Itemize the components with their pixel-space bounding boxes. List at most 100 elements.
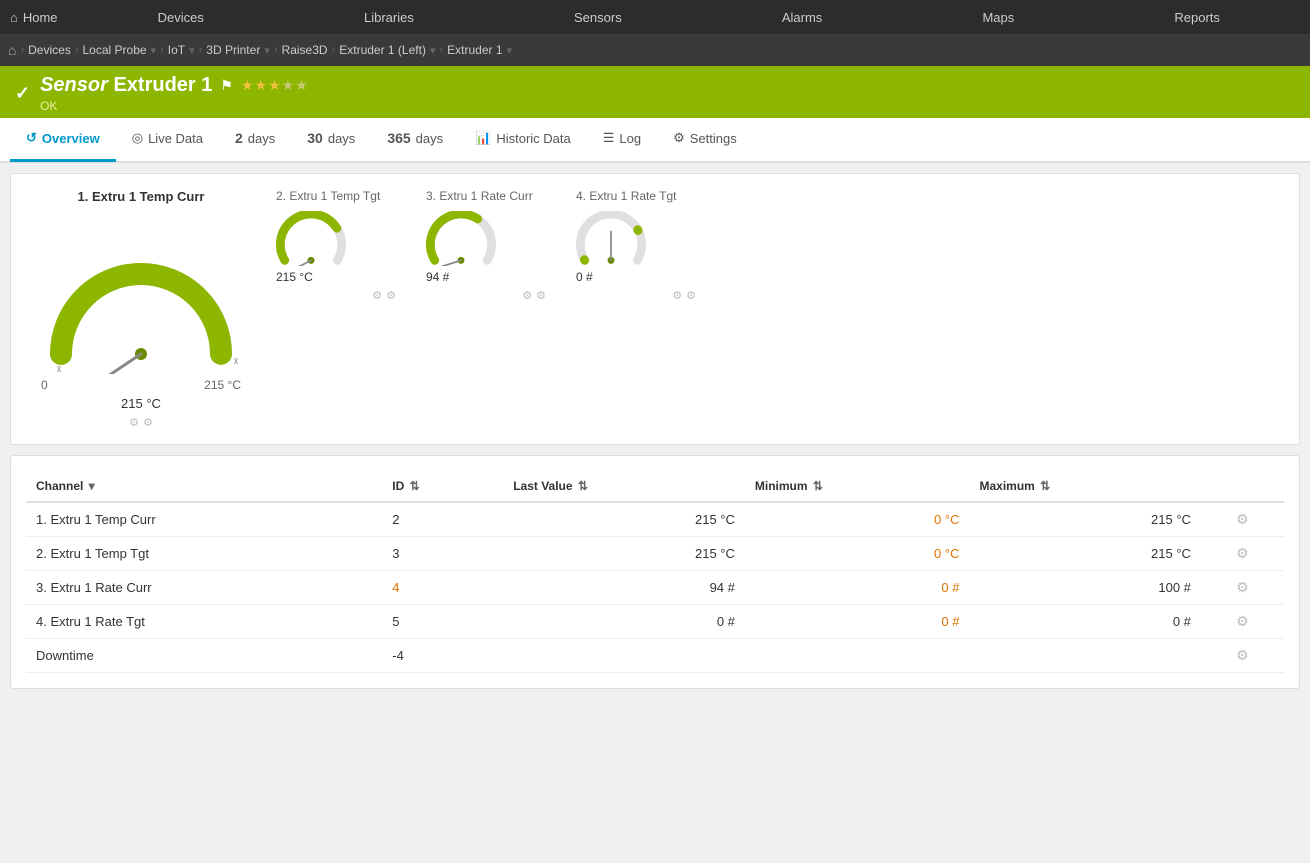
small-gauge-3-settings-icon-2[interactable]: ⚙ bbox=[686, 289, 696, 302]
small-gauge-1-settings-icon-2[interactable]: ⚙ bbox=[386, 289, 396, 302]
small-gauge-1-settings: ⚙ ⚙ bbox=[372, 289, 396, 302]
channel-table: Channel ▾ ID ⇅ Last Value ⇅ Minimum ⇅ Ma… bbox=[26, 471, 1284, 673]
col-id: ID ⇅ bbox=[382, 471, 503, 502]
tab-30days-num: 30 bbox=[307, 130, 323, 146]
col-actions bbox=[1201, 471, 1284, 502]
breadcrumb: ⌂ › Devices › Local Probe ▾ › IoT ▾ › 3D… bbox=[0, 34, 1310, 66]
table-row: 1. Extru 1 Temp Curr2215 °C0 °C215 °C⚙ bbox=[26, 502, 1284, 537]
small-gauges-container: 2. Extru 1 Temp Tgt 215 °C ⚙ ⚙ bbox=[276, 189, 1284, 302]
gauges-row: 1. Extru 1 Temp Curr x̄ x̄ 0 215 ° bbox=[26, 189, 1284, 429]
small-gauge-1-svg bbox=[276, 211, 346, 266]
small-gauge-2: 3. Extru 1 Rate Curr 94 # ⚙ ⚙ bbox=[426, 189, 546, 302]
small-gauge-1-settings-icon-1[interactable]: ⚙ bbox=[372, 289, 382, 302]
home-label: Home bbox=[23, 10, 58, 25]
tab-log[interactable]: ☰ Log bbox=[587, 117, 657, 162]
small-gauge-3-svg bbox=[576, 211, 646, 266]
small-gauge-3-settings-icon-1[interactable]: ⚙ bbox=[672, 289, 682, 302]
gauge-settings-icon-1[interactable]: ⚙ bbox=[129, 416, 139, 429]
row-settings-icon-2[interactable]: ⚙ bbox=[1236, 579, 1249, 595]
breadcrumb-raise3d[interactable]: Raise3D bbox=[282, 43, 328, 57]
table-row: 4. Extru 1 Rate Tgt50 #0 #0 #⚙ bbox=[26, 605, 1284, 639]
cell-action-0: ⚙ bbox=[1201, 502, 1284, 537]
data-table-card: Channel ▾ ID ⇅ Last Value ⇅ Minimum ⇅ Ma… bbox=[10, 455, 1300, 689]
sensor-header-info: Sensor Extruder 1 ⚑ ★ ★ ★ ★ ★ OK bbox=[40, 74, 308, 113]
channel-sort-icon[interactable]: ▾ bbox=[89, 479, 95, 493]
row-settings-icon-4[interactable]: ⚙ bbox=[1236, 647, 1249, 663]
cell-action-1: ⚙ bbox=[1201, 537, 1284, 571]
nav-sensors[interactable]: Sensors bbox=[559, 0, 637, 34]
breadcrumb-iot[interactable]: IoT bbox=[168, 43, 185, 57]
nav-devices[interactable]: Devices bbox=[143, 0, 219, 34]
col-channel: Channel ▾ bbox=[26, 471, 382, 502]
table-row: 3. Extru 1 Rate Curr494 #0 #100 #⚙ bbox=[26, 571, 1284, 605]
small-gauge-3-settings: ⚙ ⚙ bbox=[672, 289, 696, 302]
breadcrumb-extruder1[interactable]: Extruder 1 bbox=[447, 43, 502, 57]
row-settings-icon-0[interactable]: ⚙ bbox=[1236, 511, 1249, 527]
small-gauge-2-svg bbox=[426, 211, 496, 266]
minimum-sort-icon[interactable]: ⇅ bbox=[813, 479, 823, 493]
gauge-max-label: 215 °C bbox=[204, 378, 241, 392]
breadcrumb-home-icon[interactable]: ⌂ bbox=[8, 42, 16, 58]
cell-last-value-4 bbox=[503, 639, 745, 673]
tab-365days[interactable]: 365 days bbox=[371, 117, 459, 162]
breadcrumb-extruder-left[interactable]: Extruder 1 (Left) bbox=[339, 43, 426, 57]
star-rating[interactable]: ★ ★ ★ ★ ★ bbox=[241, 77, 308, 94]
maximum-sort-icon[interactable]: ⇅ bbox=[1040, 479, 1050, 493]
svg-text:x̄: x̄ bbox=[234, 356, 239, 366]
last-value-sort-icon[interactable]: ⇅ bbox=[578, 479, 588, 493]
cell-channel-0: 1. Extru 1 Temp Curr bbox=[26, 502, 382, 537]
sensor-italic-label: Sensor bbox=[40, 74, 108, 96]
large-gauge-container: 1. Extru 1 Temp Curr x̄ x̄ 0 215 ° bbox=[26, 189, 256, 429]
row-settings-icon-1[interactable]: ⚙ bbox=[1236, 545, 1249, 561]
sensor-name: Extruder 1 bbox=[108, 74, 212, 96]
log-icon: ☰ bbox=[603, 130, 615, 146]
small-gauge-1-row bbox=[276, 211, 346, 266]
tab-2days-label: days bbox=[248, 131, 275, 146]
col-minimum: Minimum ⇅ bbox=[745, 471, 970, 502]
nav-libraries[interactable]: Libraries bbox=[349, 0, 429, 34]
cell-id-4: -4 bbox=[382, 639, 503, 673]
tab-30days-label: days bbox=[328, 131, 355, 146]
tab-historic-data[interactable]: 📊 Historic Data bbox=[459, 117, 587, 162]
home-nav-item[interactable]: ⌂ Home bbox=[10, 10, 58, 25]
tab-historic-data-label: Historic Data bbox=[496, 131, 570, 146]
nav-maps[interactable]: Maps bbox=[967, 0, 1029, 34]
gauge-settings-icon-2[interactable]: ⚙ bbox=[143, 416, 153, 429]
nav-reports[interactable]: Reports bbox=[1159, 0, 1235, 34]
cell-maximum-4 bbox=[969, 639, 1200, 673]
gauge-card: 1. Extru 1 Temp Curr x̄ x̄ 0 215 ° bbox=[10, 173, 1300, 445]
small-gauge-1-title: 2. Extru 1 Temp Tgt bbox=[276, 189, 380, 203]
tabs-bar: ↺ Overview ◎ Live Data 2 days 30 days 36… bbox=[0, 118, 1310, 163]
cell-action-4: ⚙ bbox=[1201, 639, 1284, 673]
small-gauge-2-settings-icon-1[interactable]: ⚙ bbox=[522, 289, 532, 302]
small-gauge-1-value: 215 °C bbox=[276, 270, 313, 284]
tab-2days[interactable]: 2 days bbox=[219, 117, 291, 162]
breadcrumb-3d-printer[interactable]: 3D Printer bbox=[206, 43, 260, 57]
cell-id-1: 3 bbox=[382, 537, 503, 571]
tab-live-data[interactable]: ◎ Live Data bbox=[116, 117, 219, 162]
nav-alarms[interactable]: Alarms bbox=[767, 0, 837, 34]
cell-maximum-0: 215 °C bbox=[969, 502, 1200, 537]
tab-log-label: Log bbox=[619, 131, 641, 146]
small-gauge-2-settings-icon-2[interactable]: ⚙ bbox=[536, 289, 546, 302]
small-gauge-3-row bbox=[576, 211, 646, 266]
cell-minimum-3: 0 # bbox=[745, 605, 970, 639]
cell-last-value-3: 0 # bbox=[503, 605, 745, 639]
cell-maximum-3: 0 # bbox=[969, 605, 1200, 639]
tab-settings[interactable]: ⚙ Settings bbox=[657, 117, 753, 162]
id-sort-icon[interactable]: ⇅ bbox=[410, 479, 420, 493]
tab-overview-label: Overview bbox=[42, 131, 100, 146]
tab-overview[interactable]: ↺ Overview bbox=[10, 117, 116, 162]
cell-last-value-1: 215 °C bbox=[503, 537, 745, 571]
main-content: 1. Extru 1 Temp Curr x̄ x̄ 0 215 ° bbox=[0, 163, 1310, 699]
row-settings-icon-3[interactable]: ⚙ bbox=[1236, 613, 1249, 629]
gear-icon: ⚙ bbox=[673, 130, 685, 146]
tab-365days-label: days bbox=[416, 131, 443, 146]
breadcrumb-local-probe[interactable]: Local Probe bbox=[83, 43, 147, 57]
cell-id-3: 5 bbox=[382, 605, 503, 639]
tab-30days[interactable]: 30 days bbox=[291, 117, 371, 162]
star-1: ★ bbox=[241, 77, 254, 94]
sensor-flag-icon[interactable]: ⚑ bbox=[220, 77, 233, 94]
cell-last-value-0: 215 °C bbox=[503, 502, 745, 537]
breadcrumb-devices[interactable]: Devices bbox=[28, 43, 71, 57]
